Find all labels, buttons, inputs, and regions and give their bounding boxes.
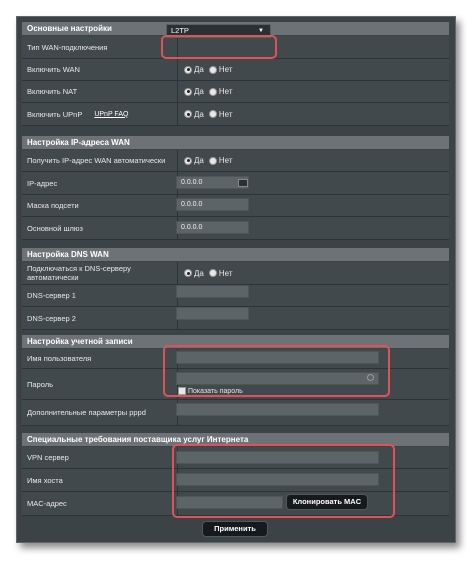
- ip-auto-label: Получить IP-адрес WAN автоматически: [27, 156, 166, 165]
- row-enable-nat: Включить NAT Да Нет: [22, 81, 449, 103]
- wan-type-label: Тип WAN-подключения: [27, 42, 108, 52]
- enable-upnp-yes-radio[interactable]: [184, 110, 192, 118]
- subnet-mask-label: Маска подсети: [27, 201, 79, 210]
- enable-nat-no-radio[interactable]: [208, 87, 217, 96]
- row-enable-wan: Включить WAN Да Нет: [22, 59, 449, 81]
- highlight-isp: [172, 444, 395, 518]
- dns-auto-no-radio[interactable]: [208, 269, 217, 277]
- enable-upnp-label: Включить UPnP: [27, 109, 83, 119]
- row-dns-auto: Подключаться к DNS-серверу автоматически…: [22, 262, 449, 285]
- enable-nat-yes-radio[interactable]: [184, 87, 192, 96]
- row-ip-auto: Получить IP-адрес WAN автоматически Да Н…: [22, 150, 449, 172]
- enable-wan-no-radio[interactable]: [208, 65, 217, 74]
- mac-label: MAC-адрес: [27, 499, 67, 508]
- dns-auto-label: Подключаться к DNS-серверу автоматически: [27, 264, 131, 282]
- keyboard-icon: [238, 179, 248, 187]
- upnp-faq-link[interactable]: UPnP FAQ: [94, 110, 128, 119]
- enable-upnp-no-radio[interactable]: [208, 110, 217, 118]
- vpn-server-label: VPN сервер: [27, 453, 69, 462]
- ip-address-label: IP-адрес: [27, 178, 58, 188]
- dns-auto-yes-radio[interactable]: [184, 269, 192, 277]
- section-ip-header: Настройка IP-адреса WAN: [22, 136, 449, 149]
- apply-button[interactable]: Применить: [202, 521, 268, 537]
- dns2-label: DNS-сервер 2: [27, 313, 76, 323]
- pppd-field[interactable]: [176, 403, 379, 416]
- hostname-label: Имя хоста: [27, 475, 63, 485]
- password-label: Пароль: [27, 379, 54, 389]
- gateway-label: Основной шлюз: [27, 223, 83, 233]
- username-label: Имя пользователя: [27, 354, 92, 363]
- gateway-field[interactable]: 0.0.0.0: [176, 221, 249, 234]
- ip-auto-no-radio[interactable]: [208, 156, 217, 165]
- enable-nat-label: Включить NAT: [27, 87, 78, 96]
- highlight-account: [163, 345, 390, 397]
- ip-auto-yes-radio[interactable]: [184, 156, 192, 165]
- row-enable-upnp: Включить UPnP UPnP FAQ Да Нет: [22, 103, 449, 126]
- dns2-field[interactable]: [176, 307, 249, 320]
- dns1-field[interactable]: [176, 285, 249, 298]
- section-dns-header: Настройка DNS WAN: [22, 248, 449, 261]
- pppd-label: Дополнительные параметры pppd: [27, 408, 146, 417]
- enable-wan-label: Включить WAN: [27, 65, 80, 74]
- highlight-wan-type: [161, 35, 277, 59]
- enable-wan-yes-radio[interactable]: [184, 65, 192, 74]
- dns1-label: DNS-сервер 1: [27, 291, 76, 300]
- subnet-mask-field[interactable]: 0.0.0.0: [176, 198, 249, 211]
